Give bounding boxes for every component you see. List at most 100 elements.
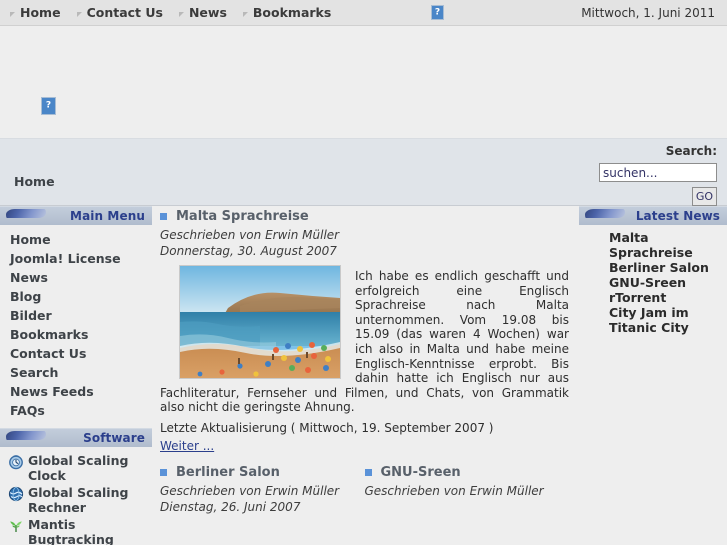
topnav-item-bookmarks[interactable]: Bookmarks <box>242 5 331 20</box>
article-title: Berliner Salon <box>160 465 351 480</box>
read-more-link[interactable]: Weiter ... <box>160 439 214 453</box>
news-item-malta-sprachreise[interactable]: Malta Sprachreise <box>609 230 723 260</box>
topnav-item-news[interactable]: News <box>178 5 227 20</box>
sidebar-item-joomla-license[interactable]: Joomla! License <box>0 249 152 268</box>
news-item-berliner-salon[interactable]: Berliner Salon <box>609 260 723 275</box>
list-item: FAQs <box>0 401 152 420</box>
article-title: GNU-Sreen <box>364 465 556 480</box>
software-list: Global Scaling Clock Global Scaling Rech… <box>0 452 152 545</box>
news-item-gnu-sreen[interactable]: GNU-Sreen <box>609 275 723 290</box>
triangle-bullet-icon <box>10 12 15 17</box>
module-body: Home Joomla! License News Blog Bilder Bo… <box>0 225 152 424</box>
article-updated: Letzte Aktualisierung ( Mittwoch, 19. Se… <box>160 420 494 435</box>
module-body: Malta Sprachreise Berliner Salon GNU-Sre… <box>579 225 727 339</box>
latest-news-list: Malta Sprachreise Berliner Salon GNU-Sre… <box>579 230 727 335</box>
page-root: Home Contact Us News Bookmarks Mittwoch,… <box>0 0 727 545</box>
clock-icon <box>8 454 24 470</box>
software-item-label[interactable]: Global Scaling Clock <box>28 453 150 483</box>
broken-image-icon <box>431 5 444 20</box>
swoosh-decoration-icon <box>585 209 625 218</box>
swoosh-decoration-icon <box>6 209 46 218</box>
module-main-menu: Main Menu Home Joomla! License News Blog… <box>0 206 152 424</box>
topnav-item-label: Home <box>20 5 61 20</box>
secondary-articles: Berliner Salon Geschrieben von Erwin Mül… <box>160 465 569 515</box>
list-item: GNU-Sreen <box>609 275 723 290</box>
main-content: Malta Sprachreise Geschrieben von Erwin … <box>152 206 579 515</box>
top-navigation-bar: Home Contact Us News Bookmarks Mittwoch,… <box>0 0 727 26</box>
featured-article: Malta Sprachreise Geschrieben von Erwin … <box>160 209 569 515</box>
topnav-item-label: Contact Us <box>86 5 163 20</box>
sidebar-item-news-feeds[interactable]: News Feeds <box>0 382 152 401</box>
list-item: rTorrent <box>609 290 723 305</box>
page-title: Malta Sprachreise <box>160 209 569 224</box>
news-item-city-jam-im-titanic-city[interactable]: City Jam im Titanic City <box>609 305 723 335</box>
module-latest-news: Latest News Malta Sprachreise Berliner S… <box>579 206 727 339</box>
software-item-label[interactable]: Mantis Bugtracking <box>28 517 150 545</box>
article-title-text[interactable]: GNU-Sreen <box>381 465 461 480</box>
sidebar-item-bookmarks[interactable]: Bookmarks <box>0 325 152 344</box>
article-gnu-sreen: GNU-Sreen Geschrieben von Erwin Müller <box>364 465 570 515</box>
list-item: Global Scaling Rechner <box>0 484 152 516</box>
sidebar-item-bilder[interactable]: Bilder <box>0 306 152 325</box>
software-item-label[interactable]: Global Scaling Rechner <box>28 485 150 515</box>
triangle-bullet-icon <box>242 12 248 17</box>
sidebar-item-home[interactable]: Home <box>0 230 152 249</box>
article-date: Dienstag, 26. Juni 2007 <box>160 499 301 514</box>
module-software: Software Global Scaling Clock Global Sca… <box>0 428 152 545</box>
article-title-text[interactable]: Malta Sprachreise <box>176 209 309 224</box>
list-item: Malta Sprachreise <box>609 230 723 260</box>
topnav-item-contact-us[interactable]: Contact Us <box>76 5 163 20</box>
sidebar-item-search[interactable]: Search <box>0 363 152 382</box>
article-author: Geschrieben von Erwin Müller <box>364 483 544 498</box>
module-body: Global Scaling Clock Global Scaling Rech… <box>0 447 152 545</box>
module-title: Main Menu <box>70 209 145 223</box>
swoosh-decoration-icon <box>6 431 46 440</box>
module-header: Main Menu <box>0 206 152 225</box>
broken-image-icon <box>41 97 56 115</box>
triangle-bullet-icon <box>76 12 82 17</box>
list-item: News Feeds <box>0 382 152 401</box>
list-item: Bookmarks <box>0 325 152 344</box>
sidebar-item-blog[interactable]: Blog <box>0 287 152 306</box>
module-header: Software <box>0 428 152 447</box>
list-item: Mantis Bugtracking <box>0 516 152 545</box>
breadcrumb: Home <box>14 174 55 189</box>
square-bullet-icon <box>160 213 167 220</box>
list-item: City Jam im Titanic City <box>609 305 723 335</box>
banner-area <box>0 26 727 138</box>
search-go-button[interactable]: GO <box>692 187 717 206</box>
triangle-bullet-icon <box>178 12 184 17</box>
list-item: Search <box>0 363 152 382</box>
globe-icon <box>8 486 24 502</box>
header-search-bar: Home Search: GO <box>0 138 727 206</box>
sidebar-item-contact-us[interactable]: Contact Us <box>0 344 152 363</box>
content-area: Main Menu Home Joomla! License News Blog… <box>0 206 727 545</box>
list-item: News <box>0 268 152 287</box>
topnav-item-label: News <box>188 5 227 20</box>
square-bullet-icon <box>160 468 167 476</box>
list-item: Contact Us <box>0 344 152 363</box>
plant-icon <box>8 518 24 534</box>
search-label: Search: <box>665 144 717 158</box>
article-date: Donnerstag, 30. August 2007 <box>160 244 337 258</box>
module-title: Latest News <box>635 209 720 223</box>
article-image <box>179 265 341 379</box>
news-item-rtorrent[interactable]: rTorrent <box>609 290 723 305</box>
list-item: Bilder <box>0 306 152 325</box>
article-title-text[interactable]: Berliner Salon <box>176 465 280 480</box>
square-bullet-icon <box>364 468 372 476</box>
list-item: Home <box>0 230 152 249</box>
search-input[interactable] <box>599 163 717 182</box>
sidebar-item-faqs[interactable]: FAQs <box>0 401 152 420</box>
module-title: Software <box>83 431 145 445</box>
current-date-label: Mittwoch, 1. Juni 2011 <box>581 5 715 20</box>
sidebar-item-news[interactable]: News <box>0 268 152 287</box>
article-author: Geschrieben von Erwin Müller <box>160 483 340 498</box>
topnav-item-home[interactable]: Home <box>10 5 61 20</box>
main-menu-list: Home Joomla! License News Blog Bilder Bo… <box>0 230 152 420</box>
list-item: Global Scaling Clock <box>0 452 152 484</box>
list-item: Berliner Salon <box>609 260 723 275</box>
list-item: Joomla! License <box>0 249 152 268</box>
right-sidebar: Latest News Malta Sprachreise Berliner S… <box>579 206 727 343</box>
article-author: Geschrieben von Erwin Müller <box>160 228 340 242</box>
